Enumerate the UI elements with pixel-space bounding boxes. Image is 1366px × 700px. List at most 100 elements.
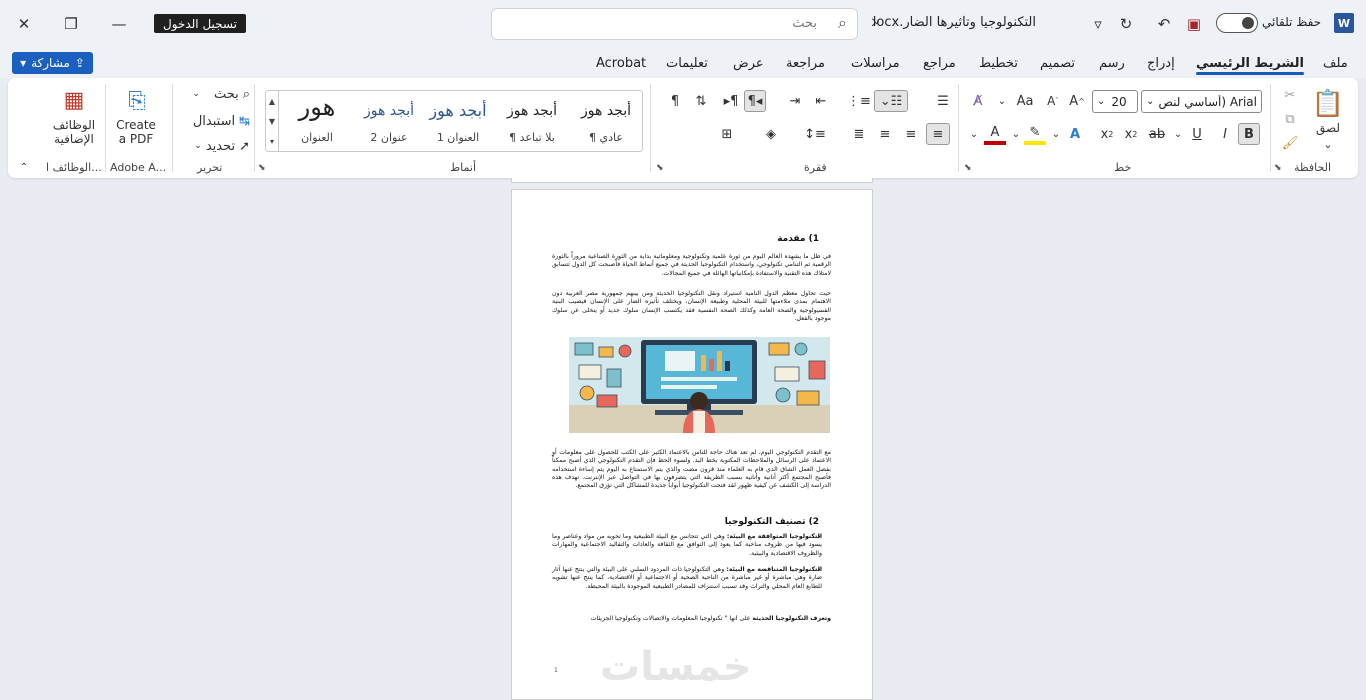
paragraph-4: وتعرف التكنولوجيا الحديثة على أنها " تكن… — [552, 615, 831, 623]
text-effects-icon[interactable]: A — [1064, 123, 1086, 145]
clipboard-launcher-icon[interactable]: ⬊ — [1274, 163, 1282, 173]
increase-indent-icon[interactable]: ⇥ — [784, 90, 806, 112]
font-name-combo[interactable]: ⌄ Arial (أساسي لنص — [1141, 90, 1262, 113]
tab-view[interactable]: عرض — [733, 56, 764, 71]
font-launcher-icon[interactable]: ⬊ — [964, 163, 972, 173]
underline-chevron-icon[interactable]: ⌄ — [1172, 123, 1184, 145]
align-right-button[interactable]: ≡ — [926, 123, 950, 145]
find-button[interactable]: ⌄ بحث ⌕ — [178, 84, 250, 104]
style-title[interactable]: هور العنوان — [280, 91, 354, 151]
paste-label[interactable]: لصق — [1313, 120, 1343, 136]
font-size-chevron-icon: ⌄ — [1097, 96, 1106, 107]
shrink-font-icon[interactable]: Aˇ — [1042, 90, 1064, 112]
tab-review[interactable]: مراجعة — [786, 56, 825, 71]
bullets-icon[interactable]: ☰ — [932, 90, 954, 112]
style-normal[interactable]: أبجد هوز ¶ عادي — [569, 91, 643, 151]
paragraph-launcher-icon[interactable]: ⬊ — [656, 163, 664, 173]
style-no-spacing[interactable]: أبجد هوز ¶ بلا تباعد — [495, 91, 569, 151]
style-name: العنوان — [301, 131, 333, 144]
change-case-icon[interactable]: Aa — [1012, 90, 1038, 112]
styles-launcher-icon[interactable]: ⬊ — [258, 163, 266, 173]
save-icon[interactable]: ▣ — [1180, 10, 1208, 38]
highlight-color-icon[interactable]: ✎ — [1024, 123, 1046, 145]
text-effects-chevron-icon[interactable]: ⌄ — [1050, 123, 1062, 145]
restore-icon[interactable]: ❐ — [57, 10, 85, 38]
share-icon: ⇪ — [74, 56, 85, 70]
document-page[interactable]: 1) مقدمة في ظل ما يشهده العالم اليوم من … — [511, 189, 873, 700]
previous-page-edge — [511, 178, 873, 183]
strikethrough-button[interactable]: ab — [1146, 123, 1168, 145]
add-ins-label-line1[interactable]: الوظائف — [46, 118, 102, 132]
clear-formatting-icon[interactable]: A̸ — [966, 90, 990, 112]
search-box[interactable]: بحث ⌕ — [491, 8, 858, 40]
ltr-direction-button[interactable]: ▸¶ — [720, 90, 742, 112]
cut-icon[interactable]: ✂ — [1280, 86, 1300, 104]
tab-mailings[interactable]: مراسلات — [851, 56, 900, 71]
tab-acrobat[interactable]: Acrobat — [596, 56, 646, 71]
chevron-down-icon[interactable]: ▼ — [269, 117, 275, 126]
tab-design[interactable]: تصميم — [1040, 56, 1075, 71]
paragraph-1: في ظل ما يشهده العالم اليوم من ثورة علمي… — [552, 253, 831, 277]
underline-button[interactable]: U — [1186, 123, 1208, 145]
format-painter-icon[interactable]: 🖌 — [1280, 134, 1300, 152]
align-left-button[interactable]: ≡ — [874, 123, 896, 145]
add-ins-label-line2[interactable]: الإضافية — [46, 132, 102, 146]
rtl-direction-button[interactable]: ¶◂ — [744, 90, 766, 112]
tab-layout[interactable]: تخطيط — [979, 56, 1018, 71]
create-pdf-label-line2[interactable]: a PDF — [110, 132, 162, 146]
align-center-button[interactable]: ≡ — [900, 123, 922, 145]
italic-button[interactable]: I — [1214, 123, 1236, 145]
select-button[interactable]: ⌄ تحديد ➚ — [178, 136, 250, 156]
sort-icon[interactable]: ⇅ — [690, 90, 712, 112]
chevron-up-icon[interactable]: ▲ — [269, 97, 275, 106]
justify-button[interactable]: ≣ — [848, 123, 870, 145]
highlight-chevron-icon[interactable]: ⌄ — [1010, 123, 1022, 145]
tab-draw[interactable]: رسم — [1099, 56, 1125, 71]
style-heading-2[interactable]: أبجد هوز عنوان 2 — [352, 91, 426, 151]
shading-icon[interactable]: ◈ — [760, 123, 782, 145]
create-pdf-label-line1[interactable]: Create — [110, 118, 162, 132]
technology-illustration — [569, 337, 830, 433]
line-spacing-icon[interactable]: ↕≡ — [804, 123, 826, 145]
minimize-icon[interactable]: — — [105, 10, 133, 38]
collapse-ribbon-icon[interactable]: ⌃ — [16, 160, 32, 174]
add-ins-icon[interactable]: ▦ — [60, 86, 88, 114]
styles-scroll-controls[interactable]: ▲ ▼ ▾ — [266, 91, 279, 151]
borders-icon[interactable]: ⊞ — [716, 123, 738, 145]
replace-button[interactable]: استبدال ↹ — [178, 111, 250, 131]
superscript-button[interactable]: x2 — [1096, 123, 1118, 145]
bold-button[interactable]: B — [1238, 123, 1260, 145]
tab-insert[interactable]: إدراج — [1147, 56, 1175, 71]
paragraph-2: حيث تحاول معظم الدول النامية استيراد ونق… — [552, 290, 831, 322]
undo-icon[interactable]: ↶ — [1150, 10, 1178, 38]
style-name: ¶ عادي — [589, 131, 623, 144]
show-formatting-icon[interactable]: ¶ — [664, 90, 686, 112]
close-icon[interactable]: ✕ — [10, 10, 38, 38]
decrease-indent-icon[interactable]: ⇤ — [810, 90, 832, 112]
redo-icon[interactable]: ↻ — [1112, 10, 1140, 38]
autosave-toggle[interactable] — [1216, 13, 1258, 33]
change-case-chevron-icon[interactable]: ⌄ — [996, 90, 1008, 112]
document-title[interactable]: التكنولوجيا وتأثيرها الضار.docx — [872, 15, 1036, 30]
sign-in-button[interactable]: تسجيل الدخول — [154, 14, 246, 33]
tab-references[interactable]: مراجع — [923, 56, 956, 71]
style-heading-1[interactable]: أبجد هوز العنوان 1 — [421, 91, 495, 151]
multilevel-list-icon[interactable]: ⋮≡ — [847, 90, 871, 112]
more-styles-icon[interactable]: ▾ — [270, 137, 274, 146]
font-color-chevron-icon[interactable]: ⌄ — [968, 123, 980, 145]
copy-icon[interactable]: ⧉ — [1280, 110, 1300, 128]
customize-toolbar-icon[interactable]: ▿ — [1084, 10, 1112, 38]
subscript-button[interactable]: x2 — [1120, 123, 1142, 145]
paste-icon[interactable]: 📋 — [1311, 86, 1345, 122]
paste-chevron-icon[interactable]: ⌄ — [1318, 138, 1338, 151]
create-pdf-icon[interactable]: ⎘ — [122, 86, 152, 116]
tab-home[interactable]: الشريط الرئيسي — [1196, 56, 1304, 75]
grow-font-icon[interactable]: A ^ — [1066, 90, 1088, 112]
tab-file[interactable]: ملف — [1323, 56, 1348, 71]
paragraph-4-term: وتعرف التكنولوجيا الحديثة — [752, 615, 831, 622]
font-color-icon[interactable]: A — [984, 123, 1006, 145]
numbering-icon[interactable]: ⌄☷ — [874, 90, 908, 112]
share-button[interactable]: ▾ مشاركة ⇪ — [12, 52, 93, 74]
font-size-combo[interactable]: ⌄ 20 — [1092, 90, 1138, 113]
tab-help[interactable]: تعليمات — [666, 56, 708, 71]
